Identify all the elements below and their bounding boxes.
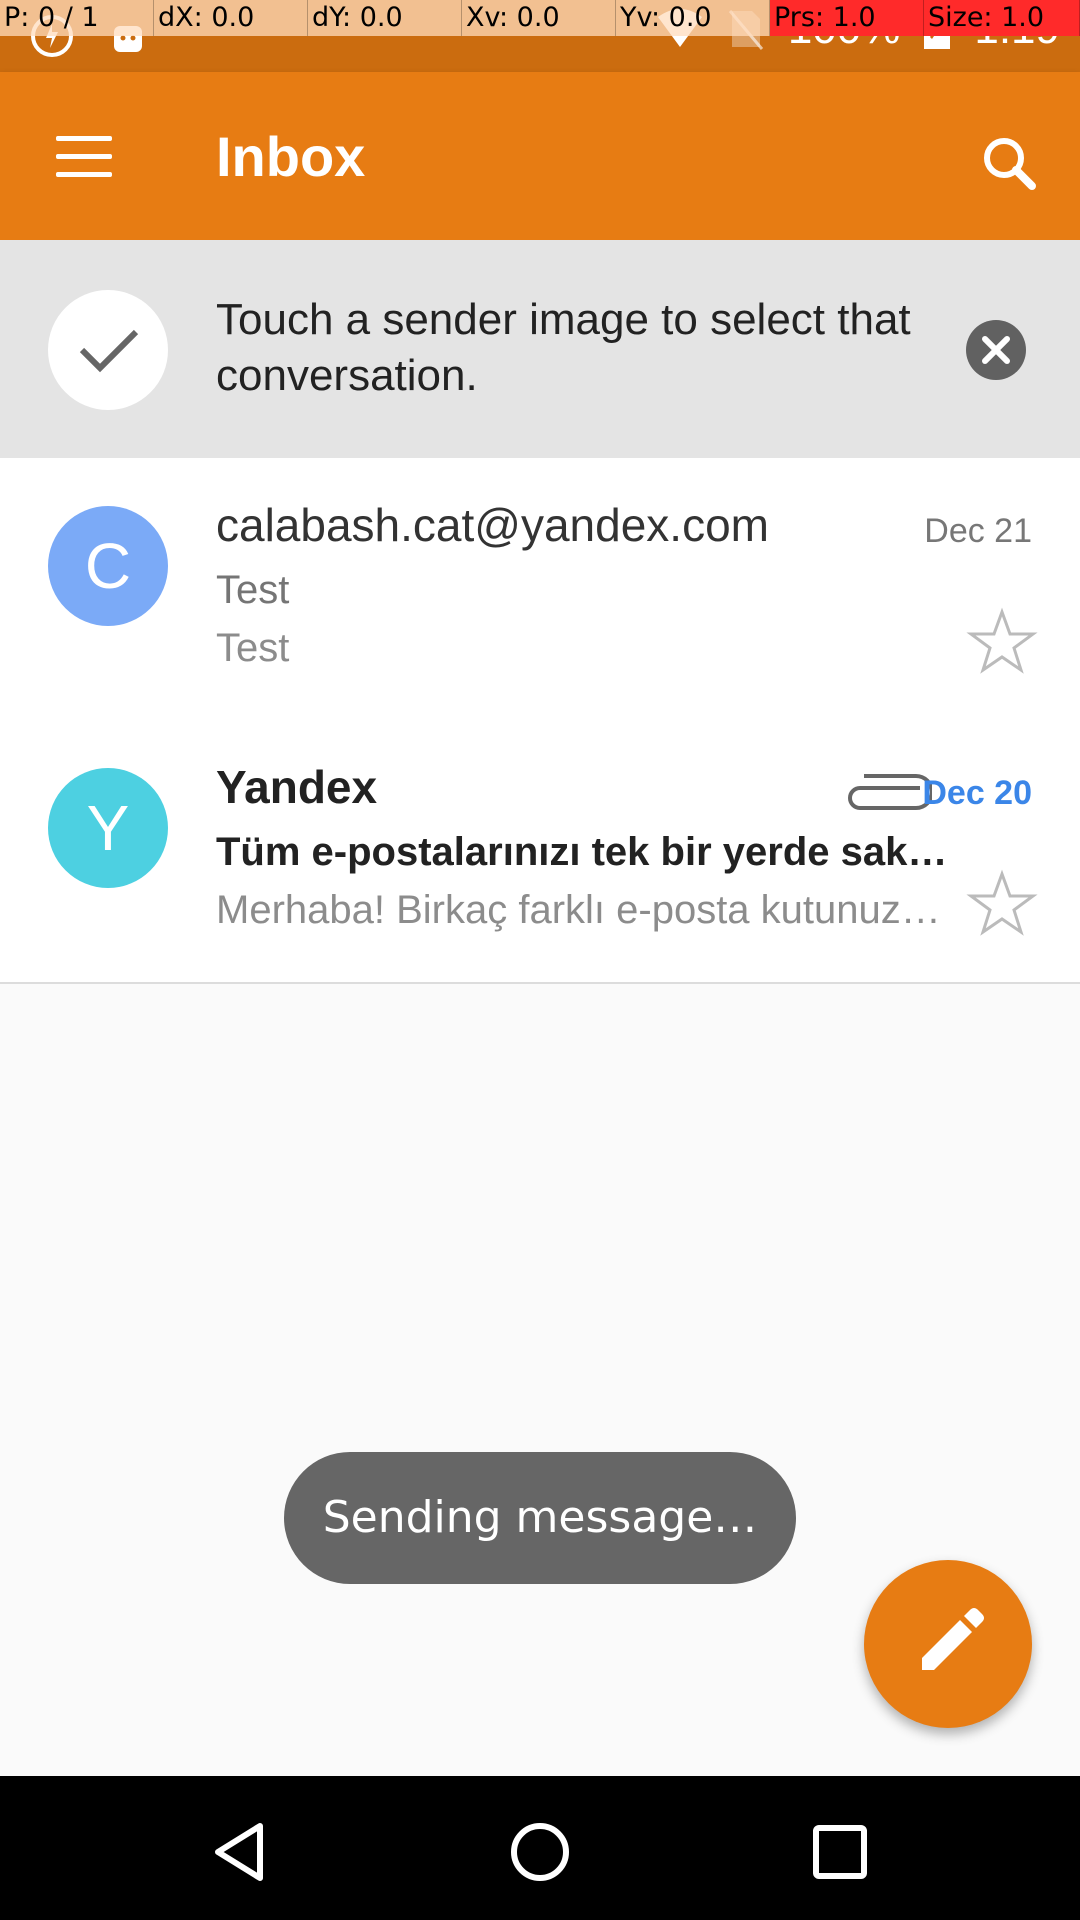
conversation-snippet: Merhaba! Birkaç farklı e-posta kutunuz… (216, 888, 941, 932)
star-icon[interactable] (966, 868, 1038, 940)
close-icon (982, 336, 1010, 364)
debug-dx: dX: 0.0 (154, 0, 308, 36)
conversation-row[interactable]: C calabash.cat@yandex.com Dec 21 Test Te… (0, 458, 1080, 722)
sender-name: calabash.cat@yandex.com (216, 499, 769, 551)
attachment-icon (848, 774, 932, 810)
app-bar: Inbox (0, 72, 1080, 240)
star-icon[interactable] (966, 606, 1038, 678)
tip-text: Touch a sender image to select that conv… (216, 295, 911, 400)
pointer-location-overlay: P: 0 / 1 dX: 0.0 dY: 0.0 Xv: 0.0 Yv: 0.0… (0, 0, 1080, 36)
debug-prs: Prs: 1.0 (770, 0, 924, 36)
sender-name: Yandex (216, 761, 378, 813)
tip-avatar (48, 290, 168, 410)
selection-tip-banner: Touch a sender image to select that conv… (0, 240, 1080, 458)
debug-dy: dY: 0.0 (308, 0, 462, 36)
checkmark-icon (79, 329, 139, 373)
debug-size: Size: 1.0 (924, 0, 1080, 36)
menu-button[interactable] (36, 116, 132, 196)
back-icon[interactable] (200, 1812, 280, 1892)
conversation-subject: Test (216, 568, 290, 612)
status-bar: 100% 1:19 P: 0 / 1 dX: 0.0 dY: 0.0 Xv: 0… (0, 0, 1080, 72)
conversation-snippet: Test (216, 626, 290, 670)
conversation-date: Dec 21 (924, 512, 1032, 550)
sender-avatar[interactable]: Y (48, 768, 168, 888)
conversation-date: Dec 20 (922, 774, 1032, 812)
sending-toast: Sending message… (284, 1452, 796, 1584)
home-icon[interactable] (500, 1812, 580, 1892)
pencil-icon (922, 1608, 984, 1670)
recents-icon[interactable] (800, 1812, 880, 1892)
debug-xv: Xv: 0.0 (462, 0, 616, 36)
dismiss-tip-button[interactable] (966, 320, 1026, 380)
debug-yv: Yv: 0.0 (616, 0, 770, 36)
conversation-row[interactable]: Y Yandex Dec 20 Tüm e-postalarınızı tek … (0, 720, 1080, 984)
sender-avatar[interactable]: C (48, 506, 168, 626)
search-icon (984, 138, 1036, 190)
compose-button[interactable] (864, 1560, 1032, 1728)
search-button[interactable] (970, 124, 1050, 204)
debug-pointer: P: 0 / 1 (0, 0, 154, 36)
page-title: Inbox (216, 125, 366, 188)
conversation-subject: Tüm e-postalarınızı tek bir yerde sakl… (216, 830, 956, 874)
navigation-bar (0, 1776, 1080, 1920)
